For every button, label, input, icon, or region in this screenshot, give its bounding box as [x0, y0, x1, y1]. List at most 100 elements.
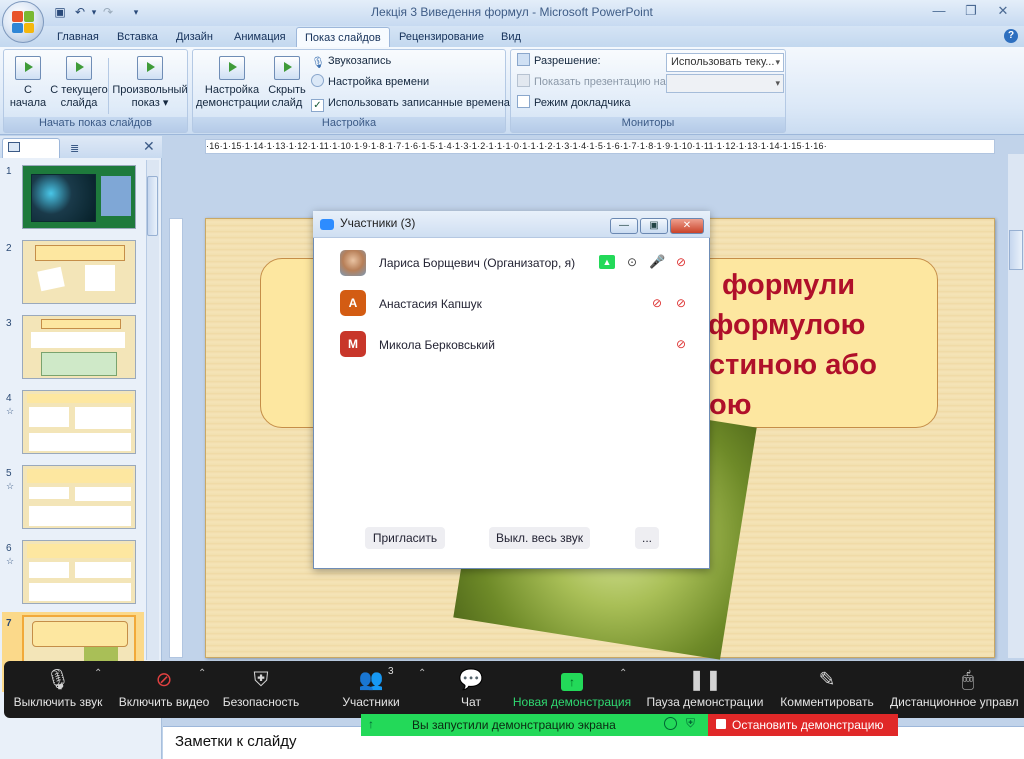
participants-close-button[interactable]: ✕: [670, 218, 704, 234]
from-current-label: С текущего слайда: [50, 84, 108, 109]
notes-placeholder: Заметки к слайду: [175, 733, 297, 750]
help-icon[interactable]: ?: [1004, 29, 1018, 43]
participants-label: Участники: [342, 695, 400, 709]
microphone-muted-icon[interactable]: ⊘: [649, 296, 665, 310]
slide-thumbnail-5[interactable]: [22, 465, 136, 529]
slide-thumbnail-6[interactable]: [22, 540, 136, 604]
participants-restore-button[interactable]: ▣: [640, 218, 668, 234]
group-caption: Настройка: [193, 117, 505, 132]
close-pane-icon[interactable]: ✕: [143, 138, 155, 155]
avatar-initial: A: [348, 296, 358, 310]
slide-number: 6: [6, 543, 12, 554]
tab-design[interactable]: Дизайн: [168, 29, 221, 47]
participant-row[interactable]: [314, 323, 709, 363]
slide-thumbnail-2[interactable]: [22, 240, 136, 304]
pencil-icon: ✎: [818, 669, 836, 691]
invite-button[interactable]: Пригласить: [365, 527, 445, 549]
editor-scrollbar-thumb[interactable]: [1009, 230, 1023, 270]
group-setup: Настройка Настройка демонстрации Скрыть …: [192, 49, 510, 133]
tab-review[interactable]: Рецензирование: [391, 29, 492, 47]
chevron-up-icon[interactable]: ⌃: [198, 668, 206, 679]
annotate-button[interactable]: ✎ Комментировать: [776, 661, 878, 718]
animation-icon: ☆: [6, 556, 15, 566]
chevron-up-icon[interactable]: ⌃: [418, 668, 426, 679]
horizontal-ruler[interactable]: ·16·1·15·1·14·1·13·1·12·1·11·1·10·1·9·1·…: [205, 139, 995, 154]
tab-slide-show[interactable]: Показ слайдов: [296, 27, 390, 48]
slide-thumbnail-3[interactable]: [22, 315, 136, 379]
participant-name: Микола Берковський: [379, 338, 495, 352]
slide-thumbnail-7[interactable]: [22, 615, 136, 665]
slides-scrollbar-thumb[interactable]: [147, 176, 158, 236]
thumbnail-box: [75, 562, 131, 578]
customize-toolbar-icon[interactable]: ▾: [128, 4, 144, 20]
thumbnail-box: [29, 506, 131, 526]
record-status-icon: [664, 717, 677, 730]
slide-thumbnail-1[interactable]: [22, 165, 136, 229]
group-caption: Начать показ слайдов: [4, 117, 187, 132]
stop-share-label: Остановить демонстрацию: [732, 718, 884, 732]
mute-label: Выключить звук: [13, 695, 103, 709]
record-narration-button[interactable]: 🎙 Звукозапись: [311, 52, 391, 70]
setup-show-label: Настройка демонстрации: [196, 84, 270, 109]
restore-button[interactable]: ❐: [958, 2, 984, 20]
participants-button[interactable]: 👥 Участники: [333, 661, 409, 718]
more-button[interactable]: ...: [635, 527, 659, 549]
redo-icon[interactable]: ↷: [100, 4, 116, 20]
thumbnail-title: [27, 544, 133, 558]
chevron-up-icon[interactable]: ⌃: [619, 668, 627, 679]
pause-share-button[interactable]: ❚❚ Пауза демонстрации: [642, 661, 768, 718]
mute-all-button[interactable]: Выкл. весь звук: [489, 527, 590, 549]
play-from-current-icon: [66, 56, 92, 80]
resolution-row: Разрешение:: [517, 52, 601, 70]
thumbnail-box: [29, 407, 69, 427]
slide-number: 5: [6, 468, 12, 479]
office-button[interactable]: [2, 1, 44, 43]
participants-minimize-button[interactable]: —: [610, 218, 638, 234]
security-button[interactable]: ⛨ Безопасность: [218, 661, 304, 718]
resolution-select[interactable]: Использовать теку...: [666, 53, 784, 72]
microphone-icon: 🎙: [311, 57, 325, 69]
chat-button[interactable]: 💬 Чат: [448, 661, 494, 718]
animation-icon: ☆: [6, 481, 15, 491]
vertical-ruler[interactable]: [169, 218, 183, 658]
slide-thumbnail-4[interactable]: [22, 390, 136, 454]
tab-animation[interactable]: Анимация: [226, 29, 294, 47]
setup-show-icon: [219, 56, 245, 80]
video-off-icon[interactable]: ⊘: [673, 255, 689, 269]
sharing-banner-text: Вы запустили демонстрацию экрана: [412, 718, 616, 732]
rehearse-timings-button[interactable]: Настройка времени: [311, 73, 429, 91]
minimize-button[interactable]: —: [926, 2, 952, 20]
hide-slide-button[interactable]: Скрыть слайд: [267, 56, 307, 110]
tab-home[interactable]: Главная: [49, 29, 107, 47]
thumbnail-card: [37, 266, 65, 292]
remote-control-button[interactable]: 🖱 Дистанционное управл: [886, 661, 1024, 718]
tab-view[interactable]: Вид: [493, 29, 529, 47]
video-off-icon[interactable]: ⊘: [673, 296, 689, 310]
new-share-button[interactable]: ↑ Новая демонстрация: [508, 661, 636, 718]
chevron-up-icon[interactable]: ⌃: [94, 668, 102, 679]
slide-number: 7: [6, 618, 12, 629]
tab-insert[interactable]: Вставка: [109, 29, 166, 47]
mute-button[interactable]: 🎙 Выключить звук: [8, 661, 108, 718]
show-on-select[interactable]: [666, 74, 784, 93]
zoom-logo-icon: [320, 219, 334, 230]
tab-slides[interactable]: [2, 138, 60, 158]
use-timings-label: Использовать записанные времена: [328, 97, 510, 109]
presenter-view-checkbox[interactable]: Режим докладчика: [517, 94, 630, 112]
custom-show-button[interactable]: Произвольный показ ▾: [112, 56, 188, 110]
microphone-muted-icon[interactable]: ⊘: [673, 337, 689, 351]
checkbox-checked-icon: ✓: [311, 99, 324, 112]
from-start-button[interactable]: С начала: [8, 56, 48, 110]
setup-show-button[interactable]: Настройка демонстрации: [196, 56, 270, 110]
tab-outline[interactable]: ≣: [62, 140, 120, 158]
microphone-icon[interactable]: 🎤: [649, 255, 665, 269]
resolution-icon: [517, 53, 530, 66]
window-title: Лекція 3 Виведення формул - Microsoft Po…: [371, 5, 653, 19]
thumbnail-title: [41, 319, 121, 329]
close-button[interactable]: ✕: [990, 2, 1016, 20]
save-icon[interactable]: ▣: [52, 4, 68, 20]
use-timings-checkbox[interactable]: ✓ Использовать записанные времена: [311, 94, 510, 112]
thumbnail-box: [29, 583, 131, 601]
thumbnail-title: [27, 469, 133, 483]
from-current-button[interactable]: С текущего слайда: [48, 56, 110, 110]
